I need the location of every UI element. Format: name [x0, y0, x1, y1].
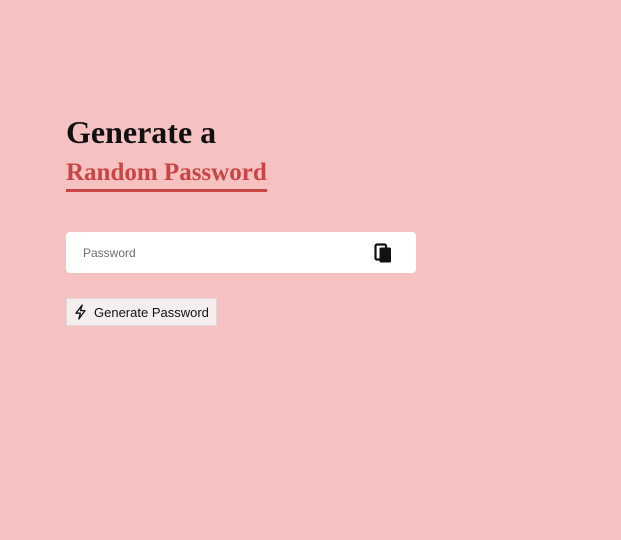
password-input[interactable] [66, 232, 356, 273]
generate-password-label: Generate Password [94, 304, 209, 320]
page-title: Generate a [66, 114, 217, 150]
generate-password-button[interactable]: Generate Password [66, 298, 217, 326]
password-field-container [66, 232, 416, 273]
page-subtitle: Random Password [66, 158, 267, 192]
copy-icon [374, 243, 391, 263]
lightning-bolt-icon [74, 304, 87, 320]
copy-button[interactable] [374, 242, 396, 264]
password-generator-panel: Generate a Random Password Generate Pass… [66, 112, 416, 326]
